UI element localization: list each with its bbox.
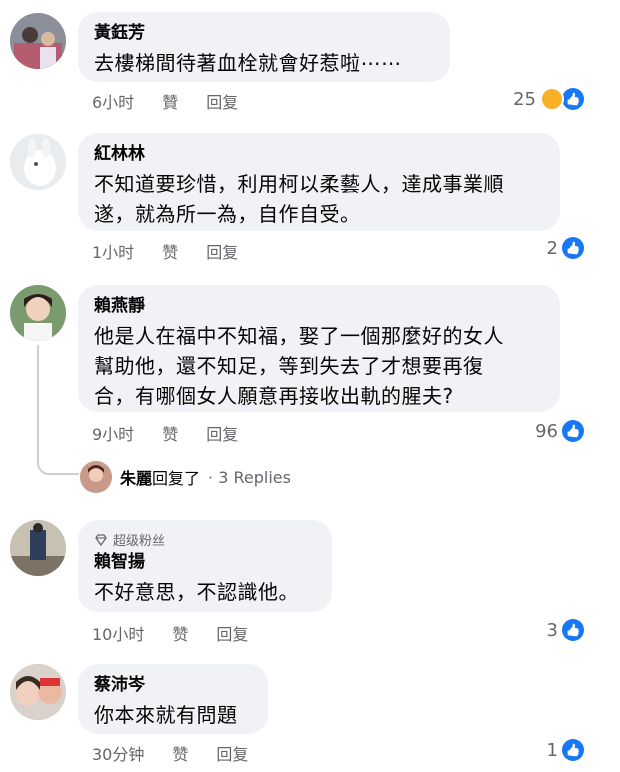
badge-label: 超级粉丝	[113, 534, 166, 549]
reaction-summary[interactable]: 25	[513, 87, 584, 111]
comment-text-line: 他是人在福中不知福，娶了一個那麼好的女人	[94, 324, 504, 348]
like-button[interactable]: 赞	[162, 421, 178, 445]
reply-button[interactable]: 回复	[206, 89, 238, 113]
reply-author: 朱麗	[120, 469, 153, 488]
reaction-count: 1	[546, 739, 558, 761]
comment-text-line: 幫助他，還不知足，等到失去了才想要再復	[94, 354, 484, 378]
view-replies-link[interactable]: 朱麗 回复了 · 3 Replies	[80, 461, 291, 493]
comment-actions: 9小时 赞 回复	[92, 421, 238, 445]
reply-avatar	[80, 461, 112, 493]
reaction-count: 25	[513, 88, 536, 110]
reply-button[interactable]: 回复	[206, 421, 238, 445]
like-icon	[562, 88, 584, 110]
comment-time[interactable]: 10小时	[92, 621, 144, 645]
comment-author[interactable]: 賴燕靜	[94, 295, 544, 317]
reaction-summary[interactable]: 1	[547, 739, 584, 761]
avatar[interactable]	[10, 285, 66, 341]
comment-bubble: 超级粉丝 賴智揚 不好意思，不認識他。	[78, 520, 332, 612]
reaction-count: 2	[546, 237, 558, 259]
comment-text-line: 遂，就為所一為，自作自受。	[94, 202, 361, 226]
like-button[interactable]: 赞	[162, 239, 178, 263]
reply-button[interactable]: 回复	[216, 741, 248, 765]
comment-author[interactable]: 黃鈺芳	[94, 22, 434, 44]
reply-button[interactable]: 回复	[216, 621, 248, 645]
comment-time[interactable]: 6小时	[92, 89, 134, 113]
like-button[interactable]: 赞	[172, 741, 188, 765]
reaction-count: 3	[546, 619, 558, 641]
diamond-icon	[95, 533, 107, 546]
comment-text: 去樓梯間待著血栓就會好惹啦⋯⋯	[94, 51, 402, 75]
haha-icon	[540, 87, 564, 111]
reaction-summary[interactable]: 96	[535, 420, 584, 442]
comment-bubble: 黃鈺芳 去樓梯間待著血栓就會好惹啦⋯⋯	[78, 12, 450, 82]
comment-bubble: 賴燕靜 他是人在福中不知福，娶了一個那麼好的女人 幫助他，還不知足，等到失去了才…	[78, 285, 560, 412]
comment-author[interactable]: 蔡沛岑	[94, 674, 252, 696]
comment-text: 不好意思，不認識他。	[94, 580, 299, 604]
comment-actions: 1小时 赞 回复	[92, 239, 238, 263]
comment-author[interactable]: 紅林林	[94, 143, 544, 165]
comment-text-line: 合，有哪個女人願意再接收出軌的腥夫?	[94, 384, 454, 408]
avatar[interactable]	[10, 520, 66, 576]
comment-bubble: 紅林林 不知道要珍惜，利用柯以柔藝人，達成事業順 遂，就為所一為，自作自受。	[78, 133, 560, 231]
like-icon	[562, 619, 584, 641]
comment-author[interactable]: 賴智揚	[94, 551, 316, 573]
avatar[interactable]	[10, 134, 66, 190]
reaction-count: 96	[535, 420, 558, 442]
comment-text: 你本來就有問題	[94, 703, 238, 727]
like-icon	[562, 237, 584, 259]
avatar[interactable]	[10, 13, 66, 69]
like-button[interactable]: 赞	[172, 621, 188, 645]
like-button[interactable]: 贊	[162, 89, 178, 113]
comment-actions: 10小时 赞 回复	[92, 621, 248, 645]
reply-count: · 3 Replies	[208, 467, 291, 487]
thread-connector	[37, 345, 79, 475]
reaction-summary[interactable]: 2	[547, 237, 584, 259]
reply-button[interactable]: 回复	[206, 239, 238, 263]
comment-time[interactable]: 30分钟	[92, 741, 144, 765]
reaction-summary[interactable]: 3	[547, 619, 584, 641]
avatar[interactable]	[10, 664, 66, 720]
comment-text-line: 不知道要珍惜，利用柯以柔藝人，達成事業順	[94, 172, 504, 196]
comment-bubble: 蔡沛岑 你本來就有問題	[78, 664, 268, 734]
comment-time[interactable]: 1小时	[92, 239, 134, 263]
like-icon	[562, 420, 584, 442]
top-fan-badge: 超级粉丝	[94, 530, 316, 549]
reply-action: 回复了	[152, 469, 201, 488]
comment-actions: 6小时 贊 回复	[92, 89, 238, 113]
comment-time[interactable]: 9小时	[92, 421, 134, 445]
like-icon	[562, 739, 584, 761]
comment-actions: 30分钟 赞 回复	[92, 741, 248, 765]
